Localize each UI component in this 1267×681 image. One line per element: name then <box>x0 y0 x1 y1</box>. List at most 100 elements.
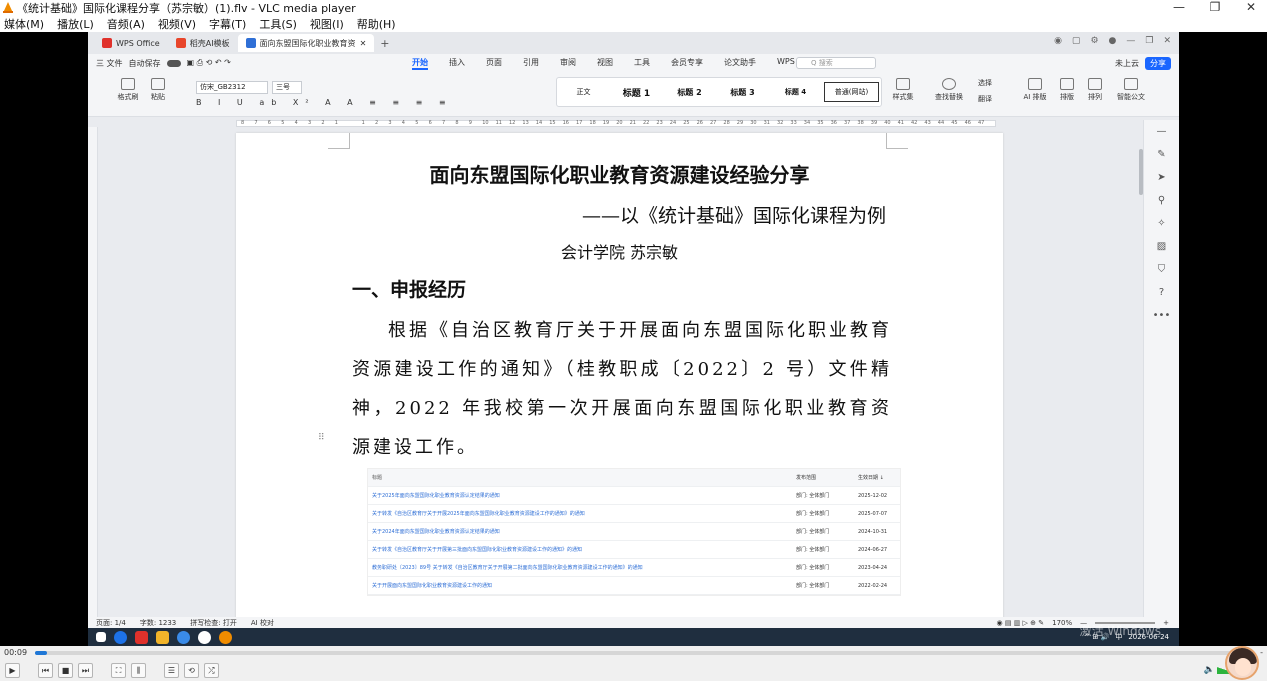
ruler-tick-label: 16 <box>562 120 569 126</box>
smart-doc-button[interactable]: 智能公文 <box>1114 78 1148 102</box>
arrange-icon <box>1088 78 1102 90</box>
format-painter-button[interactable]: 格式刷 <box>114 78 142 102</box>
pen-icon[interactable]: ✎ <box>1144 143 1179 166</box>
minimize-button[interactable]: — <box>1171 0 1187 14</box>
menu-tools[interactable]: 工具(S) <box>259 16 297 32</box>
qq-icon[interactable] <box>198 630 211 644</box>
quick-access-icons[interactable]: ▣ ⎙ ⟲ ↶ ↷ <box>187 58 231 68</box>
ribbon-tab-review[interactable]: 审阅 <box>560 57 576 70</box>
menu-video[interactable]: 视频(V) <box>158 16 196 32</box>
font-name-select[interactable]: 仿宋_GB2312 <box>196 81 268 94</box>
menu-media[interactable]: 媒体(M) <box>4 16 44 32</box>
find-replace-button[interactable]: 查找替换 <box>931 78 967 102</box>
ribbon-tab-home[interactable]: 开始 <box>412 57 428 70</box>
ai-layout-button[interactable]: AI 排版 <box>1020 78 1050 102</box>
shuffle-icon[interactable]: ⤮ <box>204 663 219 678</box>
image-icon[interactable]: ▨ <box>1144 235 1179 258</box>
adjust-icon[interactable]: ⚲ <box>1144 189 1179 212</box>
next-icon[interactable]: ⏭ <box>78 663 93 678</box>
ribbon-tab-references[interactable]: 引用 <box>523 57 539 70</box>
ribbon-tab-paper[interactable]: 论文助手 <box>724 57 756 70</box>
windows-start-icon[interactable] <box>96 632 106 642</box>
stop-icon[interactable]: ■ <box>58 663 73 678</box>
volume-icon[interactable]: 🔈 <box>1204 665 1215 675</box>
menu-playback[interactable]: 播放(L) <box>57 16 94 32</box>
ribbon-tab-page[interactable]: 页面 <box>486 57 502 70</box>
word-count[interactable]: 字数: 1233 <box>140 618 176 628</box>
menu-help[interactable]: 帮助(H) <box>357 16 396 32</box>
playlist-icon[interactable]: ☰ <box>164 663 179 678</box>
ruler-tick-label: 6 <box>267 120 271 126</box>
style-heading-1[interactable]: 标题 1 <box>610 86 663 99</box>
seek-bar[interactable] <box>35 651 1235 655</box>
paste-button[interactable]: 粘贴 <box>146 78 170 102</box>
spell-check-status[interactable]: 拼写检查: 打开 <box>190 618 237 628</box>
tab-wps-office[interactable]: WPS Office <box>94 34 168 52</box>
table-cell-title: 关于2025年面向东盟国际化职业教育资源认定结果的通知 <box>372 493 500 499</box>
menu-subtitle[interactable]: 字幕(T) <box>209 16 246 32</box>
search-input[interactable]: Q 搜索 <box>796 57 876 69</box>
arrange-button[interactable]: 排列 <box>1082 78 1108 102</box>
tab-document[interactable]: 面向东盟国际化职业教育资 ✕ <box>237 34 375 52</box>
view-mode-icons[interactable]: ◉ ▤ ▥ ▷ ⊕ ✎ <box>997 619 1045 627</box>
format-buttons[interactable]: B I U ab X² A A ≡ ≡ ≡ ≡ <box>196 98 453 107</box>
layout-button[interactable]: 排版 <box>1054 78 1080 102</box>
style-normal[interactable]: 正文 <box>557 87 610 97</box>
collapse-icon[interactable]: — <box>1144 120 1179 143</box>
ribbon-tab-view[interactable]: 视图 <box>597 57 613 70</box>
wps-min-button[interactable]: — <box>1126 36 1135 46</box>
fullscreen-icon[interactable]: ⛶ <box>111 663 126 678</box>
wps-close-button[interactable]: ✕ <box>1163 36 1171 46</box>
shirt-icon[interactable]: ⛉ <box>1144 258 1179 281</box>
cursor-icon[interactable]: ➤ <box>1144 166 1179 189</box>
tab-close-icon[interactable]: ✕ <box>360 39 367 48</box>
horizontal-ruler[interactable]: 8 7 6 5 4 3 2 1 1 2 3 4 5 6 7 8 9 10 11 12 13 14 15 16 17 18 19 20 2… <box>236 120 996 127</box>
avatar-icon[interactable]: ● <box>1109 36 1117 46</box>
maximize-button[interactable]: ❐ <box>1207 0 1223 14</box>
more-icon[interactable]: ••• <box>1144 304 1179 327</box>
tab-docer-ai[interactable]: 稻壳AI模板 <box>168 34 238 52</box>
autosave-toggle[interactable] <box>166 59 181 67</box>
table-header: 发布范围 <box>796 475 817 481</box>
cloud-status[interactable]: 未上云 <box>1115 58 1139 69</box>
wps-taskbar-icon[interactable] <box>135 630 148 644</box>
drag-handle-icon[interactable]: ⠿ <box>318 433 325 443</box>
previous-icon[interactable]: ⏮ <box>38 663 53 678</box>
window-icon[interactable]: ▢ <box>1072 36 1081 46</box>
folder-icon[interactable] <box>156 630 169 644</box>
play-button[interactable]: ▶ <box>5 663 20 678</box>
font-size-select[interactable]: 三号 <box>272 81 302 94</box>
ribbon-tab-insert[interactable]: 插入 <box>449 57 465 70</box>
style-heading-4[interactable]: 标题 4 <box>769 87 822 97</box>
file-menu[interactable]: 三 文件 <box>96 58 123 69</box>
account-icon[interactable]: ◉ <box>1054 36 1062 46</box>
magic-icon[interactable]: ✧ <box>1144 212 1179 235</box>
menu-audio[interactable]: 音频(A) <box>107 16 145 32</box>
new-tab-button[interactable]: + <box>380 37 389 50</box>
wps-logo-icon <box>102 38 112 48</box>
help-icon[interactable]: ? <box>1144 281 1179 304</box>
share-button[interactable]: 分享 <box>1145 56 1171 70</box>
extended-settings-icon[interactable]: ⫼ <box>131 663 146 678</box>
menu-view[interactable]: 视图(I) <box>310 16 344 32</box>
app-icon[interactable] <box>177 630 190 644</box>
media-icon[interactable] <box>219 630 232 644</box>
style-web-normal[interactable]: 普通(网站) <box>824 82 879 102</box>
settings-icon[interactable]: ⚙ <box>1090 36 1098 46</box>
ribbon-tab-member[interactable]: 会员专享 <box>671 57 703 70</box>
ai-proofread[interactable]: AI 校对 <box>251 618 274 628</box>
zoom-level[interactable]: 170% <box>1052 619 1072 627</box>
style-heading-3[interactable]: 标题 3 <box>716 87 769 98</box>
document-page[interactable]: 面向东盟国际化职业教育资源建设经验分享 ——以《统计基础》国际化课程为例 会计学… <box>236 133 1003 623</box>
translate-button[interactable]: 翻译 <box>970 94 1000 104</box>
ribbon-tab-tools[interactable]: 工具 <box>634 57 650 70</box>
style-heading-2[interactable]: 标题 2 <box>663 87 716 98</box>
select-button[interactable]: 选择 <box>970 78 1000 88</box>
zoom-in-icon[interactable]: + <box>1163 619 1169 627</box>
table-cell-title: 关于转发《自治区教育厅关于开展2025年面向东盟国际化职业教育资源建设工作的通知… <box>372 511 585 517</box>
wps-restore-button[interactable]: ❐ <box>1145 36 1153 46</box>
close-button[interactable]: ✕ <box>1243 0 1259 14</box>
browser-icon[interactable] <box>114 630 127 644</box>
loop-icon[interactable]: ⟲ <box>184 663 199 678</box>
style-set-button[interactable]: 样式集 <box>888 78 918 102</box>
